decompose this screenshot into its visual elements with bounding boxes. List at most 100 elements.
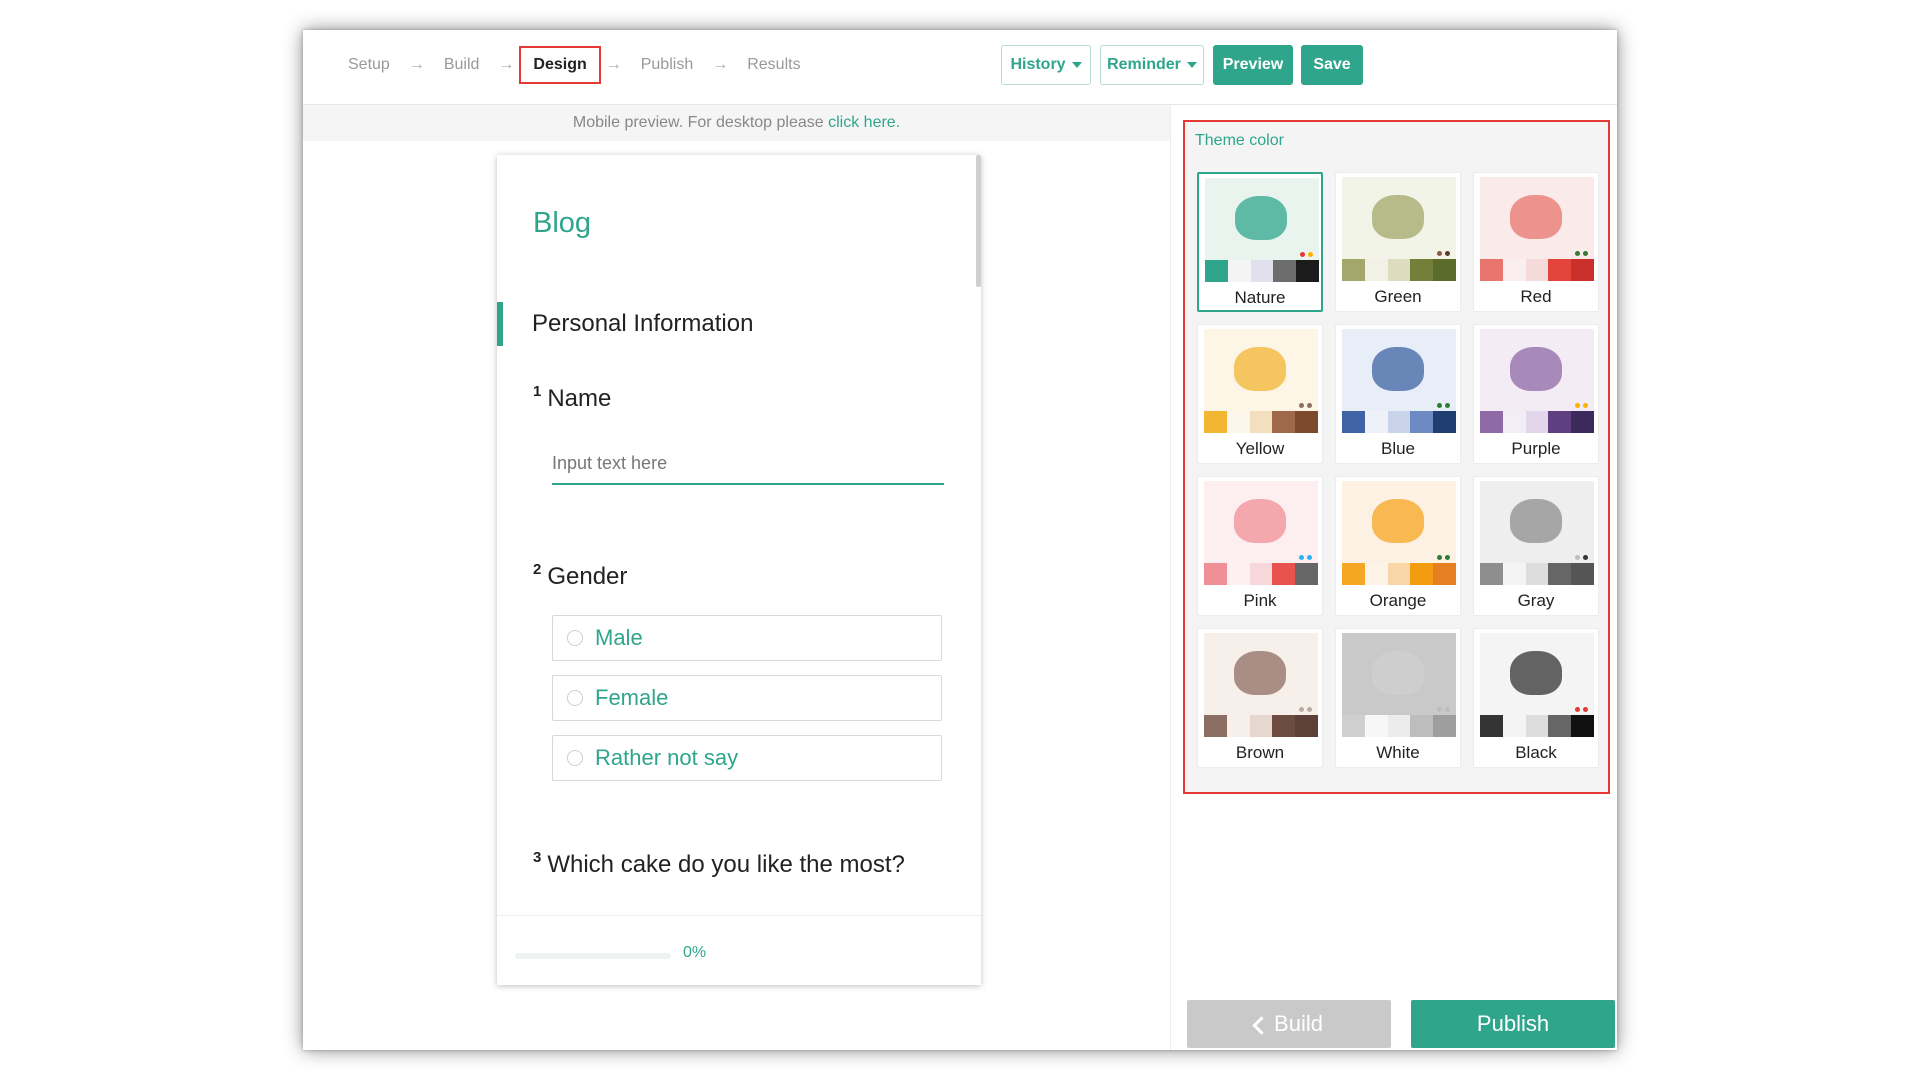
color-swatch <box>1480 411 1503 433</box>
theme-name: Gray <box>1517 591 1555 610</box>
arrow-icon: → <box>408 56 425 73</box>
step-setup[interactable]: Setup <box>348 56 390 74</box>
theme-name: Brown <box>1235 743 1285 762</box>
history-button[interactable]: History <box>1001 45 1091 85</box>
theme-card-black[interactable]: Black <box>1473 628 1599 768</box>
option-label: Female <box>595 685 669 710</box>
radio-icon[interactable] <box>567 690 583 706</box>
accent-dot <box>1299 403 1304 408</box>
color-swatch <box>1342 259 1365 281</box>
accent-dot <box>1575 403 1580 408</box>
food-icon <box>1235 196 1287 240</box>
color-swatch <box>1364 259 1388 281</box>
theme-card-white[interactable]: White <box>1335 628 1461 768</box>
radio-icon[interactable] <box>567 750 583 766</box>
color-swatch <box>1502 715 1526 737</box>
question-3: 3 Which cake do you like the most? <box>533 849 905 879</box>
accent-dots <box>1575 403 1588 408</box>
theme-card-blue[interactable]: Blue <box>1335 324 1461 464</box>
color-swatch <box>1295 411 1318 433</box>
build-label: Build <box>1274 1011 1323 1036</box>
color-swatch <box>1502 411 1526 433</box>
color-swatch <box>1525 715 1549 737</box>
back-to-build-button[interactable]: Build <box>1187 1000 1391 1048</box>
food-icon <box>1234 499 1286 543</box>
option-male[interactable]: Male <box>552 615 942 661</box>
color-swatch <box>1342 715 1365 737</box>
preview-button[interactable]: Preview <box>1213 45 1293 85</box>
step-publish[interactable]: Publish <box>641 56 693 74</box>
accent-dot <box>1583 403 1588 408</box>
app-window: Setup → Build → Design → Publish → Resul… <box>303 30 1617 1050</box>
accent-dots <box>1299 403 1312 408</box>
color-swatch <box>1272 411 1296 433</box>
accent-dot <box>1583 555 1588 560</box>
color-swatches <box>1342 715 1456 737</box>
color-swatch <box>1273 260 1297 282</box>
theme-name: Green <box>1374 287 1422 306</box>
theme-name: Yellow <box>1235 439 1285 458</box>
mobile-preview-notice: Mobile preview. For desktop please click… <box>303 105 1170 141</box>
question-number: 3 <box>533 849 542 866</box>
reminder-button[interactable]: Reminder <box>1100 45 1204 85</box>
theme-card-orange[interactable]: Orange <box>1335 476 1461 616</box>
color-swatch <box>1525 259 1549 281</box>
option-rather-not-say[interactable]: Rather not say <box>552 735 942 781</box>
color-swatch <box>1571 563 1594 585</box>
color-swatches <box>1480 715 1594 737</box>
step-results[interactable]: Results <box>747 56 800 74</box>
publish-button[interactable]: Publish <box>1411 1000 1615 1048</box>
color-swatch <box>1387 563 1411 585</box>
color-swatch <box>1525 411 1549 433</box>
desktop-preview-link[interactable]: click here. <box>828 114 900 131</box>
color-swatch <box>1364 411 1388 433</box>
food-icon <box>1372 347 1424 391</box>
color-swatch <box>1364 715 1388 737</box>
theme-card-purple[interactable]: Purple <box>1473 324 1599 464</box>
color-swatch <box>1249 563 1273 585</box>
theme-name: Pink <box>1243 591 1277 610</box>
color-swatch <box>1342 411 1365 433</box>
accent-dot <box>1299 707 1304 712</box>
chevron-left-icon <box>1252 1015 1271 1035</box>
accent-dot <box>1583 251 1588 256</box>
top-bar: Setup → Build → Design → Publish → Resul… <box>303 30 1617 105</box>
theme-card-brown[interactable]: Brown <box>1197 628 1323 768</box>
theme-card-nature[interactable]: Nature <box>1197 172 1323 312</box>
food-icon <box>1510 499 1562 543</box>
color-swatches <box>1342 563 1456 585</box>
color-swatch <box>1502 563 1526 585</box>
food-icon <box>1372 499 1424 543</box>
accent-dot <box>1308 252 1313 257</box>
color-swatch <box>1410 563 1434 585</box>
section-title: Personal Information <box>532 310 754 337</box>
theme-card-gray[interactable]: Gray <box>1473 476 1599 616</box>
color-swatch <box>1205 260 1228 282</box>
option-female[interactable]: Female <box>552 675 942 721</box>
color-swatch <box>1272 715 1296 737</box>
theme-name: Red <box>1520 287 1552 306</box>
step-navigation: Setup → Build → Design → Publish → Resul… <box>348 30 801 100</box>
theme-card-green[interactable]: Green <box>1335 172 1461 312</box>
save-button[interactable]: Save <box>1301 45 1363 85</box>
theme-color-panel: Theme color Nature Green Red Yellow Blue Purp… <box>1183 120 1610 794</box>
accent-dot <box>1445 555 1450 560</box>
theme-card-red[interactable]: Red <box>1473 172 1599 312</box>
color-swatch <box>1571 411 1594 433</box>
color-swatch <box>1387 259 1411 281</box>
theme-card-yellow[interactable]: Yellow <box>1197 324 1323 464</box>
preview-scrollbar[interactable] <box>976 155 981 287</box>
food-icon <box>1510 347 1562 391</box>
color-swatch <box>1525 563 1549 585</box>
name-input[interactable] <box>552 443 944 485</box>
theme-name: Orange <box>1369 591 1427 610</box>
color-swatch <box>1226 411 1250 433</box>
theme-card-pink[interactable]: Pink <box>1197 476 1323 616</box>
step-build[interactable]: Build <box>444 56 480 74</box>
food-icon <box>1510 195 1562 239</box>
caret-down-icon <box>1186 62 1197 68</box>
color-swatch <box>1433 259 1456 281</box>
radio-icon[interactable] <box>567 630 583 646</box>
step-design[interactable]: Design <box>519 46 601 84</box>
color-swatches <box>1480 563 1594 585</box>
